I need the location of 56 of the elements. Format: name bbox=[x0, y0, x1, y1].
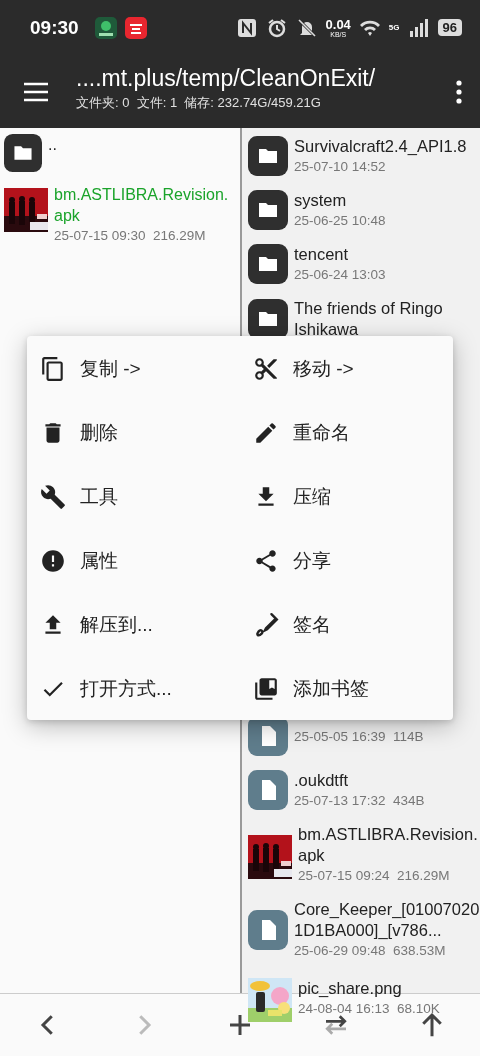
nfc-icon bbox=[235, 16, 258, 39]
menu-item[interactable]: 添加书签 bbox=[240, 657, 453, 721]
file-name[interactable]: tencent bbox=[294, 244, 386, 265]
folder-summary: 文件夹: 0 文件: 1 储存: 232.74G/459.21G bbox=[76, 94, 322, 112]
folder-icon bbox=[248, 190, 288, 230]
folder-path: ....mt.plus/temp/CleanOnExit/ bbox=[76, 65, 377, 92]
menu-item[interactable]: 复制 -> bbox=[27, 337, 240, 401]
app-notification-icon bbox=[94, 16, 117, 39]
bell-muted-icon bbox=[295, 16, 318, 39]
menu-item[interactable]: 打开方式... bbox=[27, 657, 240, 721]
menu-item[interactable]: 重命名 bbox=[240, 401, 453, 465]
folder-icon bbox=[4, 134, 42, 172]
pen-icon bbox=[253, 612, 279, 638]
info-icon bbox=[40, 548, 66, 574]
file-name[interactable]: bm.ASTLIBRA.Revision.apk bbox=[298, 824, 480, 866]
file-meta: 25-07-15 09:30 216.29M bbox=[54, 227, 207, 245]
file-name[interactable]: Survivalcraft2.4_API1.8 bbox=[294, 136, 467, 157]
folder-icon bbox=[248, 136, 288, 176]
clock: 09:30 bbox=[30, 16, 79, 39]
file-name[interactable]: .. bbox=[48, 134, 57, 155]
menu-item[interactable]: 删除 bbox=[27, 401, 240, 465]
file-meta: 25-07-15 09:24 216.29M bbox=[298, 867, 451, 885]
menu-item[interactable]: 工具 bbox=[27, 465, 240, 529]
bookmark-icon bbox=[253, 676, 279, 702]
menu-button[interactable] bbox=[22, 80, 50, 103]
file-meta: 25-06-25 10:48 bbox=[294, 212, 386, 230]
share-icon bbox=[253, 548, 279, 574]
signal-icon bbox=[407, 16, 430, 39]
app-notification-icon bbox=[124, 16, 147, 39]
file-meta: 25-07-10 14:52 bbox=[294, 158, 387, 176]
file-meta: 25-05-05 16:39 114B bbox=[294, 727, 424, 746]
file-name[interactable]: The friends of Ringo Ishikawa bbox=[294, 298, 480, 340]
copy-icon bbox=[40, 356, 66, 382]
menu-item[interactable]: 移动 -> bbox=[240, 337, 453, 401]
file-name[interactable]: pic_share.png bbox=[298, 978, 440, 999]
menu-item[interactable]: 解压到... bbox=[27, 593, 240, 657]
pencil-icon bbox=[253, 420, 279, 446]
file-icon bbox=[248, 909, 288, 950]
network-speed: 0.04 bbox=[325, 17, 351, 31]
file-meta: 25-06-29 09:48 638.53M bbox=[294, 942, 447, 960]
menu-item[interactable]: 分享 bbox=[240, 529, 453, 593]
file-name[interactable]: system bbox=[294, 190, 386, 211]
file-meta: 24-08-04 16:13 68.10K bbox=[298, 1000, 440, 1018]
network-type: 5G bbox=[388, 23, 400, 32]
file-meta: 25-07-13 17:32 434B bbox=[294, 792, 425, 810]
wrench-icon bbox=[40, 484, 66, 510]
scissors-icon bbox=[253, 356, 279, 382]
menu-item[interactable]: 属性 bbox=[27, 529, 240, 593]
folder-icon bbox=[248, 244, 288, 284]
file-name[interactable]: .oukdtft bbox=[294, 770, 425, 791]
menu-item[interactable]: 签名 bbox=[240, 593, 453, 657]
file-meta: 25-06-24 13:03 bbox=[294, 266, 386, 284]
battery-level: 96 bbox=[437, 19, 462, 36]
file-name[interactable]: Core_Keeper_[010070201D1BA000]_[v786... bbox=[294, 899, 480, 941]
file-icon bbox=[248, 770, 288, 810]
menu-item[interactable]: 压缩 bbox=[240, 465, 453, 529]
